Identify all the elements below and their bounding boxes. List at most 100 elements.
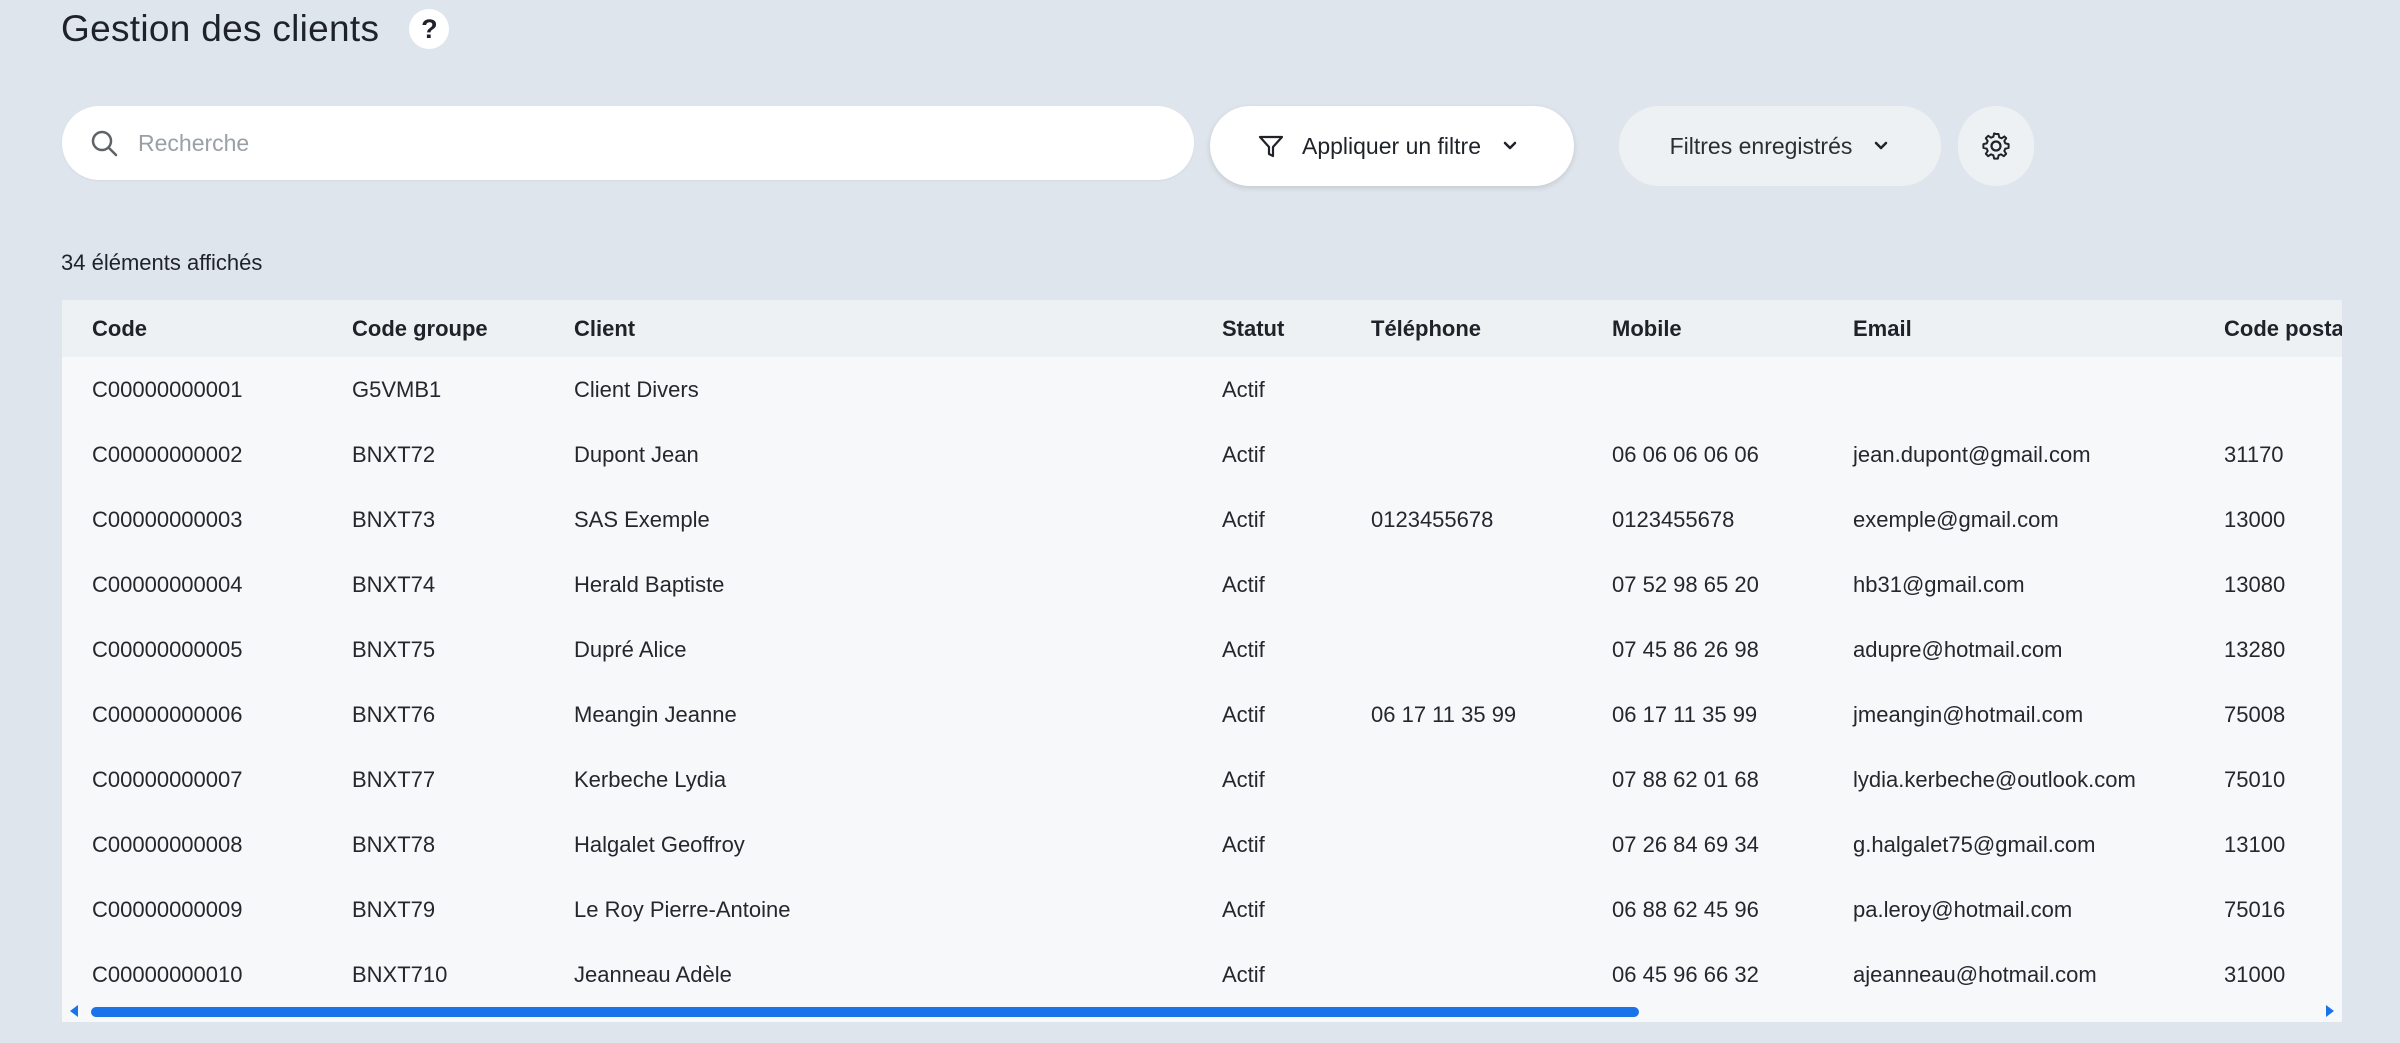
help-icon: ? (421, 13, 438, 44)
table-cell: Actif (1222, 571, 1265, 597)
funnel-icon (1258, 135, 1284, 158)
column-header[interactable]: Code postal (2224, 300, 2342, 357)
table-cell (1371, 747, 1612, 812)
saved-filters-label: Filtres enregistrés (1669, 132, 1853, 159)
table-cell: 75008 (2224, 701, 2286, 727)
table-cell: BNXT76 (352, 701, 436, 727)
table-cell (2224, 357, 2342, 422)
search-icon (88, 127, 120, 159)
help-button[interactable]: ? (409, 9, 450, 49)
settings-button[interactable] (1958, 106, 2034, 186)
table-row[interactable]: C00000000007 BNXT77 Kerbeche Lydia Actif 07 … (62, 747, 2342, 812)
table-cell: hb31@gmail.com (1853, 571, 2025, 597)
table-cell: 07 45 86 26 98 (1612, 636, 1759, 662)
table-cell: adupre@hotmail.com (1853, 636, 2063, 662)
scroll-right-arrow-icon[interactable] (2326, 1005, 2334, 1017)
table-cell: lydia.kerbeche@outlook.com (1853, 766, 2136, 792)
table-cell: ajeanneau@hotmail.com (1853, 961, 2097, 987)
table-row[interactable]: C00000000006 BNXT76 Meangin Jeanne Actif 06 … (62, 682, 2342, 747)
table-cell: Halgalet Geoffroy (574, 831, 745, 857)
table-row[interactable]: C00000000004 BNXT74 Herald Baptiste Actif 07… (62, 552, 2342, 617)
table-cell: BNXT72 (352, 441, 436, 467)
column-header[interactable]: Mobile (1612, 300, 1853, 357)
table-cell: C00000000007 (92, 766, 243, 792)
title-row: Gestion des clients ? (61, 8, 450, 50)
table-cell: 13080 (2224, 571, 2286, 597)
table-cell: Actif (1222, 506, 1265, 532)
page-title: Gestion des clients (61, 8, 380, 49)
horizontal-scrollbar[interactable] (62, 1000, 2342, 1022)
table-cell: Meangin Jeanne (574, 701, 737, 727)
chevron-down-icon (1875, 141, 1888, 150)
clients-table: Code Code groupe Client Statut Téléphone Mobi… (62, 300, 2342, 1022)
table-cell: Herald Baptiste (574, 571, 725, 597)
scroll-left-arrow-icon[interactable] (70, 1005, 78, 1017)
table-cell: 06 88 62 45 96 (1612, 896, 1759, 922)
table-cell: jmeangin@hotmail.com (1853, 701, 2084, 727)
table-cell: 07 52 98 65 20 (1612, 571, 1759, 597)
table-cell: Actif (1222, 376, 1265, 402)
table-cell: BNXT77 (352, 766, 436, 792)
column-header[interactable]: Email (1853, 300, 2224, 357)
scrollbar-thumb[interactable] (91, 1007, 1639, 1017)
table-cell (1371, 942, 1612, 1007)
table-cell: BNXT75 (352, 636, 436, 662)
table-cell: BNXT710 (352, 961, 448, 987)
table-cell: Actif (1222, 766, 1265, 792)
table-cell: SAS Exemple (574, 506, 710, 532)
apply-filter-label: Appliquer un filtre (1302, 132, 1481, 159)
table-cell: exemple@gmail.com (1853, 506, 2059, 532)
column-header[interactable]: Statut (1222, 300, 1371, 357)
table-cell: G5VMB1 (352, 376, 442, 402)
table-cell: Actif (1222, 896, 1265, 922)
table-cell: 07 26 84 69 34 (1612, 831, 1759, 857)
table-cell: 06 17 11 35 99 (1371, 701, 1517, 727)
table-cell: BNXT79 (352, 896, 436, 922)
table-cell: 75016 (2224, 896, 2286, 922)
table-cell (1371, 422, 1612, 487)
table-row[interactable]: C00000000001 G5VMB1 Client Divers Actif (62, 357, 2342, 422)
saved-filters-button[interactable]: Filtres enregistrés (1619, 106, 1941, 186)
table-cell: 13280 (2224, 636, 2286, 662)
column-header[interactable]: Client (574, 300, 1222, 357)
result-count: 34 éléments affichés (61, 250, 263, 275)
table-row[interactable]: C00000000009 BNXT79 Le Roy Pierre-Antoine A… (62, 877, 2342, 942)
table-cell: Dupré Alice (574, 636, 687, 662)
column-header[interactable]: Téléphone (1371, 300, 1612, 357)
table-cell: Le Roy Pierre-Antoine (574, 896, 791, 922)
table-cell: pa.leroy@hotmail.com (1853, 896, 2073, 922)
gear-icon (1982, 132, 2010, 160)
table-cell: C00000000009 (92, 896, 243, 922)
table-cell: Actif (1222, 636, 1265, 662)
table-row[interactable]: C00000000002 BNXT72 Dupont Jean Actif 06 06 … (62, 422, 2342, 487)
table-row[interactable]: C00000000003 BNXT73 SAS Exemple Actif 012345… (62, 487, 2342, 552)
table-cell (1371, 812, 1612, 877)
table-cell (1371, 877, 1612, 942)
table-cell: jean.dupont@gmail.com (1853, 441, 2091, 467)
table-cell: Kerbeche Lydia (574, 766, 727, 792)
column-header[interactable]: Code groupe (352, 300, 574, 357)
table-cell: BNXT73 (352, 506, 436, 532)
table-cell (1371, 552, 1612, 617)
column-header[interactable]: Code (62, 300, 352, 357)
table-cell: 06 45 96 66 32 (1612, 961, 1759, 987)
search-input[interactable] (136, 128, 1140, 158)
table-cell: Actif (1222, 831, 1265, 857)
table-cell: 31000 (2224, 961, 2286, 987)
table-cell: C00000000008 (92, 831, 243, 857)
table-cell: 31170 (2224, 441, 2284, 467)
table-row[interactable]: C00000000008 BNXT78 Halgalet Geoffroy Actif… (62, 812, 2342, 877)
apply-filter-button[interactable]: Appliquer un filtre (1210, 106, 1574, 186)
table-cell: C00000000010 (92, 961, 243, 987)
table-cell: 0123455678 (1612, 506, 1735, 532)
table-cell: C00000000003 (92, 506, 243, 532)
search-bar[interactable] (62, 106, 1194, 180)
table-row[interactable]: C00000000010 BNXT710 Jeanneau Adèle Actif 06… (62, 942, 2342, 1007)
table-cell: Actif (1222, 961, 1265, 987)
table-cell (1853, 357, 2224, 422)
table-cell (1371, 357, 1612, 422)
table-row[interactable]: C00000000005 BNXT75 Dupré Alice Actif 07 45 … (62, 617, 2342, 682)
table-cell: 13000 (2224, 506, 2286, 532)
table-body: C00000000001 G5VMB1 Client Divers Actif C000… (62, 357, 2342, 1007)
table-cell: C00000000006 (92, 701, 243, 727)
